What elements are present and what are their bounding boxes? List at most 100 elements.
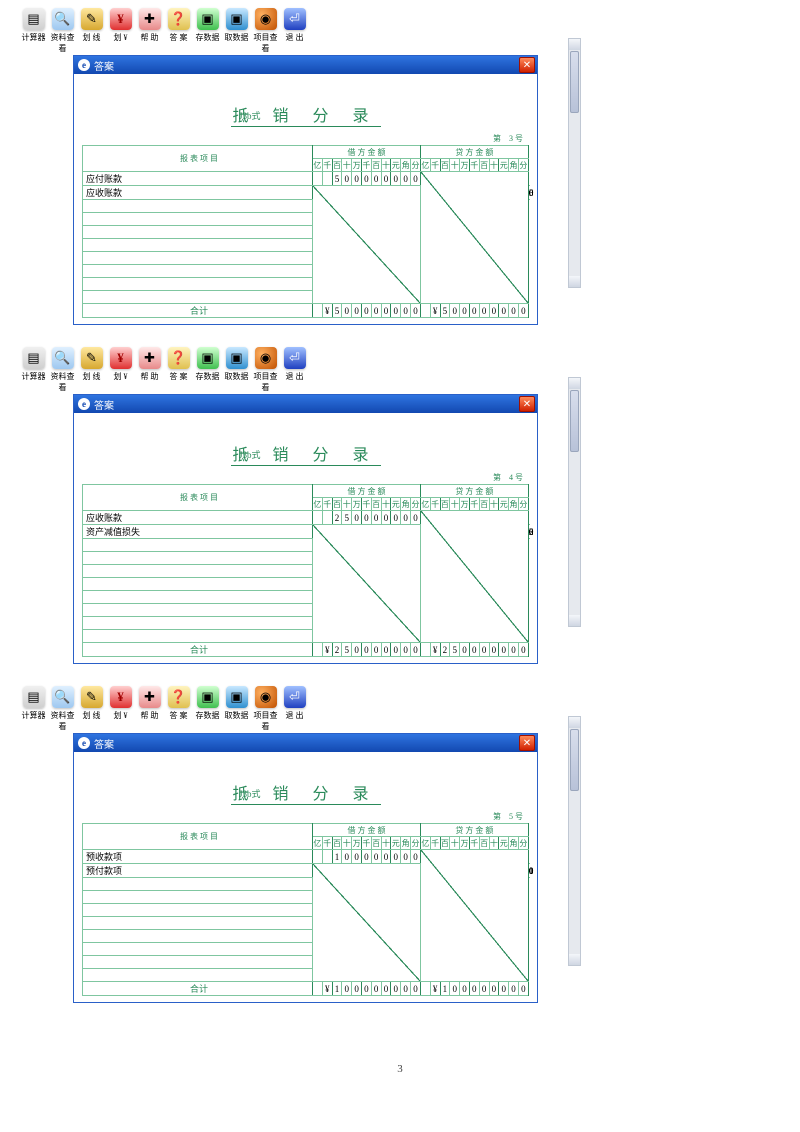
help-button[interactable]: ✚ 帮 助 bbox=[136, 8, 163, 54]
amount-digit-cell: 0 bbox=[352, 172, 362, 186]
toolbar-label: 存数据 bbox=[194, 32, 221, 43]
document-page-number: 3 bbox=[0, 1063, 800, 1075]
exit-button[interactable]: ⏎ 退 出 bbox=[281, 686, 308, 732]
load-data-button[interactable]: ▣ 取数据 bbox=[223, 347, 250, 393]
unit-header-cell: 千 bbox=[430, 498, 440, 511]
calculator-button[interactable]: ▤ 计算器 bbox=[20, 686, 47, 732]
unit-header-cell: 十 bbox=[342, 159, 352, 172]
amount-digit-cell: 0 bbox=[342, 850, 352, 864]
amount-digit-cell: 0 bbox=[391, 511, 401, 525]
amount-digit-cell: 0 bbox=[361, 643, 371, 657]
amount-digit-cell: 0 bbox=[352, 304, 362, 318]
total-label: 合计 bbox=[83, 982, 313, 996]
toolbar-label: 计算器 bbox=[20, 32, 47, 43]
unit-header-cell: 亿 bbox=[420, 837, 430, 850]
unit-header-cell: 角 bbox=[509, 159, 519, 172]
currency-button[interactable]: ¥ 划 ¥ bbox=[107, 686, 134, 732]
currency-button[interactable]: ¥ 划 ¥ bbox=[107, 347, 134, 393]
item-cell bbox=[83, 278, 313, 291]
save-data-button[interactable]: ▣ 存数据 bbox=[194, 686, 221, 732]
form-id-label: J3b式 bbox=[239, 787, 261, 800]
unit-header-cell: 十 bbox=[381, 159, 391, 172]
scrollbar[interactable] bbox=[568, 716, 581, 966]
amount-digit-cell: 0 bbox=[391, 172, 401, 186]
unit-header-cell: 万 bbox=[352, 837, 362, 850]
currency-button[interactable]: ¥ 划 ¥ bbox=[107, 8, 134, 54]
window-title: 答案 bbox=[94, 736, 114, 751]
view-data-button[interactable]: 🔍 资料查看 bbox=[49, 347, 76, 393]
answer-button[interactable]: ❓ 答 案 bbox=[165, 8, 192, 54]
amount-digit-cell: 0 bbox=[518, 982, 528, 996]
exit-button[interactable]: ⏎ 退 出 bbox=[281, 347, 308, 393]
toolbar-label: 划 线 bbox=[78, 371, 105, 382]
toolbar-label: 答 案 bbox=[165, 32, 192, 43]
item-cell bbox=[83, 265, 313, 278]
view-data-button[interactable]: 🔍 资料查看 bbox=[49, 686, 76, 732]
answer-button[interactable]: ❓ 答 案 bbox=[165, 686, 192, 732]
answer-window: e 答案 ✕ J3b式 抵 销 分 录 第 4 号 报 表 项 目 bbox=[73, 394, 538, 664]
amount-digit-cell: 0 bbox=[469, 643, 479, 657]
amount-digit-cell bbox=[322, 172, 332, 186]
cross-out-button[interactable]: ✎ 划 线 bbox=[78, 8, 105, 54]
cross-out-button[interactable]: ✎ 划 线 bbox=[78, 686, 105, 732]
unit-header-cell: 元 bbox=[391, 498, 401, 511]
load-data-button[interactable]: ▣ 取数据 bbox=[223, 8, 250, 54]
close-icon[interactable]: ✕ bbox=[519, 735, 535, 751]
empty-amount-slash bbox=[420, 850, 528, 982]
view-project-button[interactable]: ◉ 项目查看 bbox=[252, 686, 279, 732]
view-data-button[interactable]: 🔍 资料查看 bbox=[49, 8, 76, 54]
close-icon[interactable]: ✕ bbox=[519, 57, 535, 73]
help-button[interactable]: ✚ 帮 助 bbox=[136, 686, 163, 732]
amount-digit-cell: 0 bbox=[410, 850, 420, 864]
toolbar-label: 退 出 bbox=[281, 32, 308, 43]
amount-digit-cell bbox=[420, 304, 430, 318]
answer-button-icon: ❓ bbox=[168, 686, 190, 708]
amount-digit-cell: 0 bbox=[518, 643, 528, 657]
amount-digit-cell: ¥ bbox=[322, 982, 332, 996]
scrollbar-thumb[interactable] bbox=[570, 390, 579, 452]
item-cell bbox=[83, 630, 313, 643]
item-cell bbox=[83, 252, 313, 265]
amount-digit-cell: 5 bbox=[342, 511, 352, 525]
unit-header-cell: 百 bbox=[440, 498, 450, 511]
unit-header-cell: 百 bbox=[332, 837, 342, 850]
unit-header-cell: 十 bbox=[342, 498, 352, 511]
credit-header: 贷 方 金 额 bbox=[420, 146, 528, 159]
view-project-button[interactable]: ◉ 项目查看 bbox=[252, 347, 279, 393]
item-cell: 预付款项 bbox=[83, 864, 313, 878]
load-data-button[interactable]: ▣ 取数据 bbox=[223, 686, 250, 732]
amount-digit-cell: 0 bbox=[381, 172, 391, 186]
calculator-button[interactable]: ▤ 计算器 bbox=[20, 8, 47, 54]
answer-button[interactable]: ❓ 答 案 bbox=[165, 347, 192, 393]
view-data-button-icon: 🔍 bbox=[52, 686, 74, 708]
amount-digit-cell: 0 bbox=[499, 643, 509, 657]
amount-digit-cell: 0 bbox=[518, 304, 528, 318]
toolbar-label: 答 案 bbox=[165, 710, 192, 721]
window-title: 答案 bbox=[94, 397, 114, 412]
amount-digit-cell bbox=[313, 172, 323, 186]
item-cell bbox=[83, 617, 313, 630]
amount-digit-cell: ¥ bbox=[322, 643, 332, 657]
cross-out-button[interactable]: ✎ 划 线 bbox=[78, 347, 105, 393]
unit-header-cell: 亿 bbox=[313, 498, 323, 511]
empty-amount-slash bbox=[313, 186, 421, 304]
item-cell bbox=[83, 578, 313, 591]
save-data-button[interactable]: ▣ 存数据 bbox=[194, 8, 221, 54]
amount-digit-cell: 0 bbox=[489, 304, 499, 318]
unit-header-cell: 十 bbox=[450, 498, 460, 511]
toolbar-label: 资料查看 bbox=[49, 32, 76, 54]
amount-digit-cell: 0 bbox=[509, 304, 519, 318]
toolbar-label: 取数据 bbox=[223, 371, 250, 382]
amount-digit-cell: 0 bbox=[352, 643, 362, 657]
scrollbar-thumb[interactable] bbox=[570, 51, 579, 113]
close-icon[interactable]: ✕ bbox=[519, 396, 535, 412]
scrollbar-thumb[interactable] bbox=[570, 729, 579, 791]
scrollbar[interactable] bbox=[568, 38, 581, 288]
exit-button[interactable]: ⏎ 退 出 bbox=[281, 8, 308, 54]
unit-header-cell: 十 bbox=[381, 498, 391, 511]
help-button[interactable]: ✚ 帮 助 bbox=[136, 347, 163, 393]
view-project-button[interactable]: ◉ 项目查看 bbox=[252, 8, 279, 54]
scrollbar[interactable] bbox=[568, 377, 581, 627]
save-data-button[interactable]: ▣ 存数据 bbox=[194, 347, 221, 393]
calculator-button[interactable]: ▤ 计算器 bbox=[20, 347, 47, 393]
